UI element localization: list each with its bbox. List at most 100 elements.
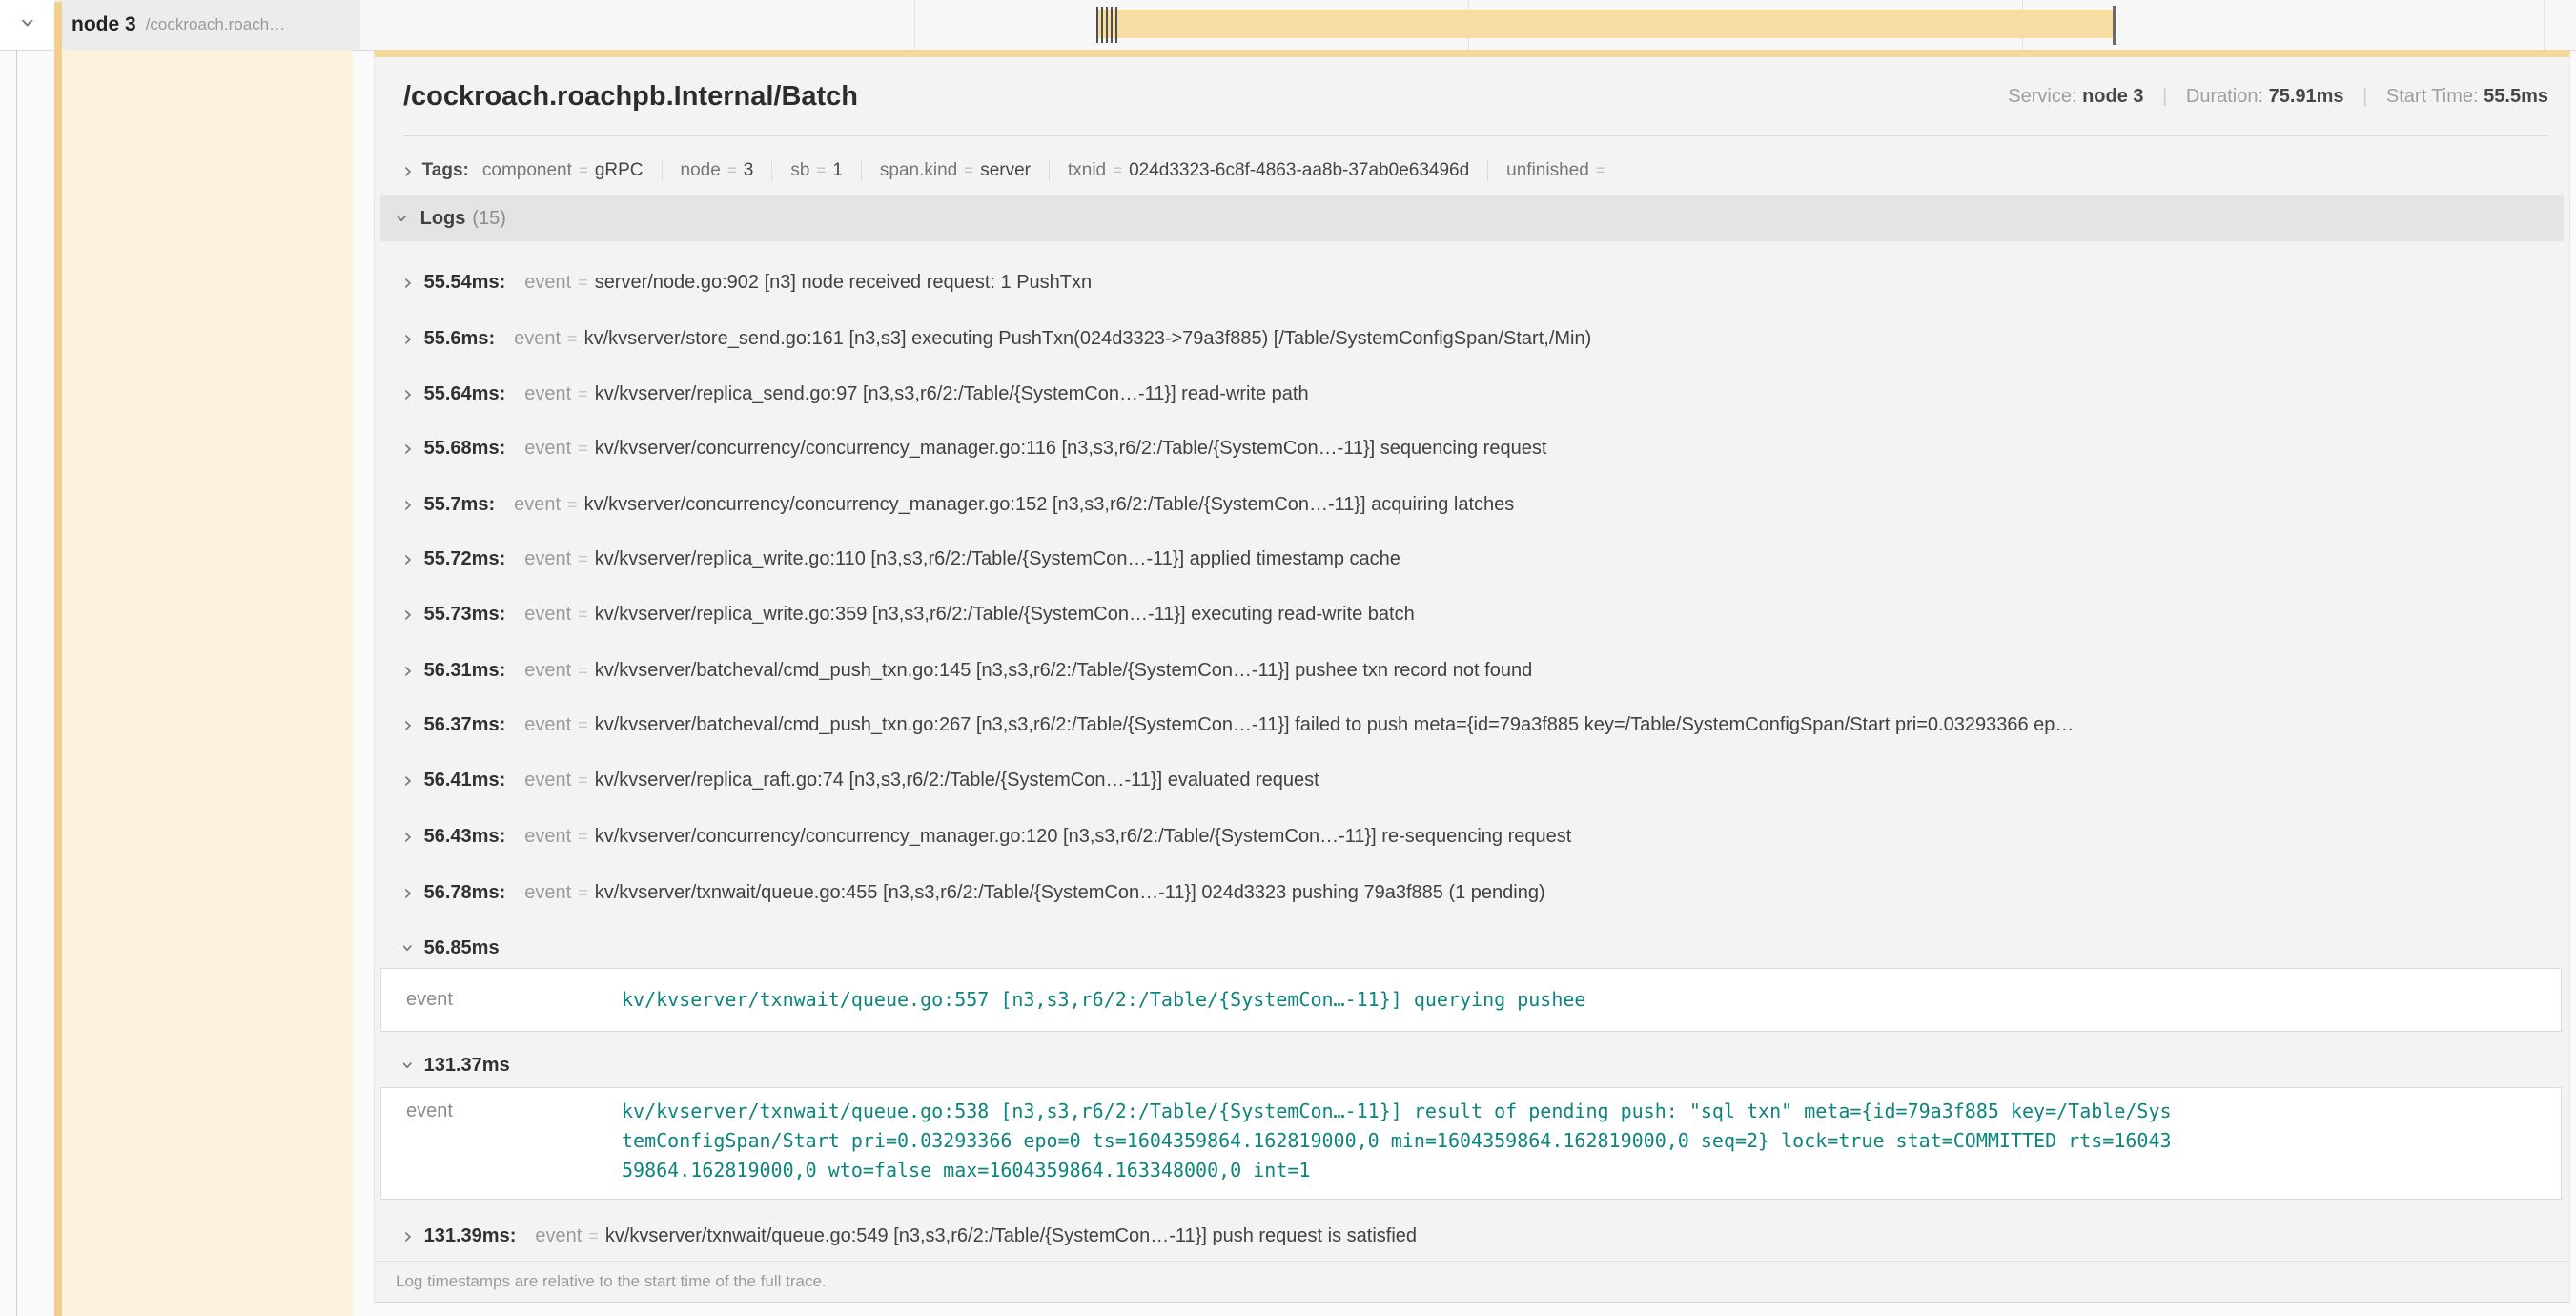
log-field: event <box>514 494 561 516</box>
chevron-right-icon: › <box>403 329 413 348</box>
tag-equals: = <box>579 161 588 180</box>
chevron-right-icon: › <box>403 384 413 403</box>
log-message: kv/kvserver/concurrency/concurrency_mana… <box>595 826 1572 848</box>
log-timestamp: 56.43ms: <box>424 826 506 848</box>
tag-equals: = <box>1113 161 1122 180</box>
log-field: event <box>524 548 571 570</box>
chevron-right-icon: › <box>403 661 413 680</box>
log-row[interactable]: › 56.41ms: event = kv/kvserver/replica_r… <box>403 764 2562 796</box>
log-row-expanded-header[interactable]: › 131.37ms <box>403 1049 2562 1081</box>
log-row[interactable]: › 56.78ms: event = kv/kvserver/txnwait/q… <box>403 876 2562 909</box>
span-detail-meta: Service: node 3 | Duration: 75.91ms | St… <box>2008 86 2548 108</box>
start-time-value: 55.5ms <box>2484 86 2548 107</box>
tag-component[interactable]: component = gRPC <box>482 160 663 181</box>
log-field: event <box>524 604 571 626</box>
log-message: kv/kvserver/batcheval/cmd_push_txn.go:26… <box>595 714 2075 736</box>
log-timestamp: 55.7ms: <box>424 494 496 516</box>
tag-txnid[interactable]: txnid = 024d3323-6c8f-4863-aa8b-37ab0e63… <box>1068 160 1488 181</box>
service-value: node 3 <box>2082 86 2143 107</box>
log-equals: = <box>578 771 588 791</box>
log-equals: = <box>567 495 578 515</box>
span-operation-name: /cockroach.roach… <box>146 15 285 34</box>
chevron-right-icon: › <box>403 495 413 514</box>
span-duration-bar[interactable] <box>1096 10 2113 38</box>
log-row[interactable]: › 56.37ms: event = kv/kvserver/batcheval… <box>403 709 2562 741</box>
tag-node[interactable]: node = 3 <box>681 160 773 181</box>
chevron-right-icon: › <box>403 439 413 458</box>
log-timestamp: 131.39ms: <box>424 1225 517 1247</box>
log-message: kv/kvserver/txnwait/queue.go:455 [n3,s3,… <box>595 882 1545 904</box>
log-message: kv/kvserver/txnwait/queue.go:549 [n3,s3,… <box>605 1225 1417 1247</box>
duration-value: 75.91ms <box>2269 86 2344 107</box>
log-row-expanded-header[interactable]: › 56.85ms <box>403 932 2562 964</box>
chevron-right-icon: › <box>403 715 413 734</box>
chevron-right-icon: › <box>403 605 413 624</box>
chevron-right-icon[interactable]: › <box>403 161 413 180</box>
log-field: event <box>406 1100 453 1122</box>
collapse-children-chevron-icon[interactable]: › <box>19 17 38 28</box>
log-row[interactable]: › 55.54ms: event = server/node.go:902 [n… <box>403 266 2562 298</box>
log-row[interactable]: › 55.64ms: event = kv/kvserver/replica_s… <box>403 378 2562 410</box>
meta-separator: | <box>2362 86 2367 107</box>
log-message: server/node.go:902 [n3] node received re… <box>595 272 1092 294</box>
tag-span-kind[interactable]: span.kind = server <box>880 160 1050 181</box>
log-row[interactable]: › 131.39ms: event = kv/kvserver/txnwait/… <box>403 1220 2562 1252</box>
span-service-name: node 3 <box>72 13 136 36</box>
chevron-right-icon: › <box>403 1226 413 1245</box>
tags-row[interactable]: › Tags: component = gRPC node = 3 sb = 1… <box>403 149 2548 193</box>
log-value-line: temConfigSpan/Start pri=0.03293366 epo=0… <box>622 1126 2542 1156</box>
log-value: kv/kvserver/txnwait/queue.go:538 [n3,s3,… <box>622 1097 2542 1185</box>
log-timestamp: 56.85ms <box>424 937 500 959</box>
duration-label: Duration: <box>2186 86 2263 107</box>
log-message: kv/kvserver/replica_raft.go:74 [n3,s3,r6… <box>595 770 1319 792</box>
chevron-down-icon: › <box>403 943 418 953</box>
log-field: event <box>524 438 571 460</box>
tag-value: 1 <box>832 160 843 181</box>
log-row[interactable]: › 55.72ms: event = kv/kvserver/replica_w… <box>403 543 2562 575</box>
log-row[interactable]: › 56.31ms: event = kv/kvserver/batcheval… <box>403 654 2562 687</box>
tag-value: 3 <box>744 160 754 181</box>
span-row-header: › node 3 /cockroach.roach… 75.91ms <box>0 0 2576 51</box>
log-equals: = <box>567 329 578 349</box>
tag-equals: = <box>727 161 737 180</box>
log-value-line: kv/kvserver/txnwait/queue.go:538 [n3,s3,… <box>622 1097 2542 1126</box>
span-timeline[interactable]: 75.91ms <box>360 0 2576 50</box>
log-equals: = <box>578 883 588 903</box>
span-detail-header: /cockroach.roachpb.Internal/Batch Servic… <box>403 57 2548 136</box>
selected-span-row-highlight <box>62 50 353 1316</box>
chevron-down-icon: › <box>393 214 412 223</box>
tag-key: component <box>482 160 572 181</box>
tag-key: node <box>681 160 721 181</box>
chevron-down-icon: › <box>403 1060 418 1070</box>
tag-sb[interactable]: sb = 1 <box>790 160 862 181</box>
log-message: kv/kvserver/replica_send.go:97 [n3,s3,r6… <box>595 383 1309 405</box>
log-message: kv/kvserver/replica_write.go:110 [n3,s3,… <box>595 548 1400 570</box>
log-equals: = <box>578 549 588 569</box>
logs-section-header[interactable]: › Logs (15) <box>380 195 2564 241</box>
log-equals: = <box>578 715 588 735</box>
timeline-gridline <box>2544 0 2545 50</box>
span-detail-panel: /cockroach.roachpb.Internal/Batch Servic… <box>374 50 2570 1303</box>
tag-equals: = <box>816 161 826 180</box>
log-marker-icon <box>2113 6 2116 45</box>
start-time-label: Start Time: <box>2386 86 2479 107</box>
log-message: kv/kvserver/store_send.go:161 [n3,s3] ex… <box>584 328 1592 350</box>
log-row[interactable]: › 55.6ms: event = kv/kvserver/store_send… <box>403 322 2562 355</box>
chevron-right-icon: › <box>403 883 413 902</box>
span-name-cell[interactable]: node 3 /cockroach.roach… <box>54 0 360 50</box>
tag-unfinished[interactable]: unfinished = <box>1506 160 1630 181</box>
log-row[interactable]: › 55.68ms: event = kv/kvserver/concurren… <box>403 432 2562 464</box>
log-equals: = <box>578 605 588 625</box>
chevron-right-icon: › <box>403 827 413 846</box>
timeline-gridline <box>914 0 915 50</box>
log-row[interactable]: › 56.43ms: event = kv/kvserver/concurren… <box>403 820 2562 853</box>
tag-value: 024d3323-6c8f-4863-aa8b-37ab0e63496d <box>1129 160 1469 181</box>
log-row[interactable]: › 55.73ms: event = kv/kvserver/replica_w… <box>403 598 2562 630</box>
span-color-accent-bar <box>54 2 62 1316</box>
log-equals: = <box>578 384 588 404</box>
log-timestamp: 55.72ms: <box>424 548 506 570</box>
chevron-right-icon: › <box>403 771 413 790</box>
tag-key: txnid <box>1068 160 1106 181</box>
log-detail-box: event kv/kvserver/txnwait/queue.go:538 [… <box>380 1087 2562 1200</box>
log-row[interactable]: › 55.7ms: event = kv/kvserver/concurrenc… <box>403 488 2562 521</box>
